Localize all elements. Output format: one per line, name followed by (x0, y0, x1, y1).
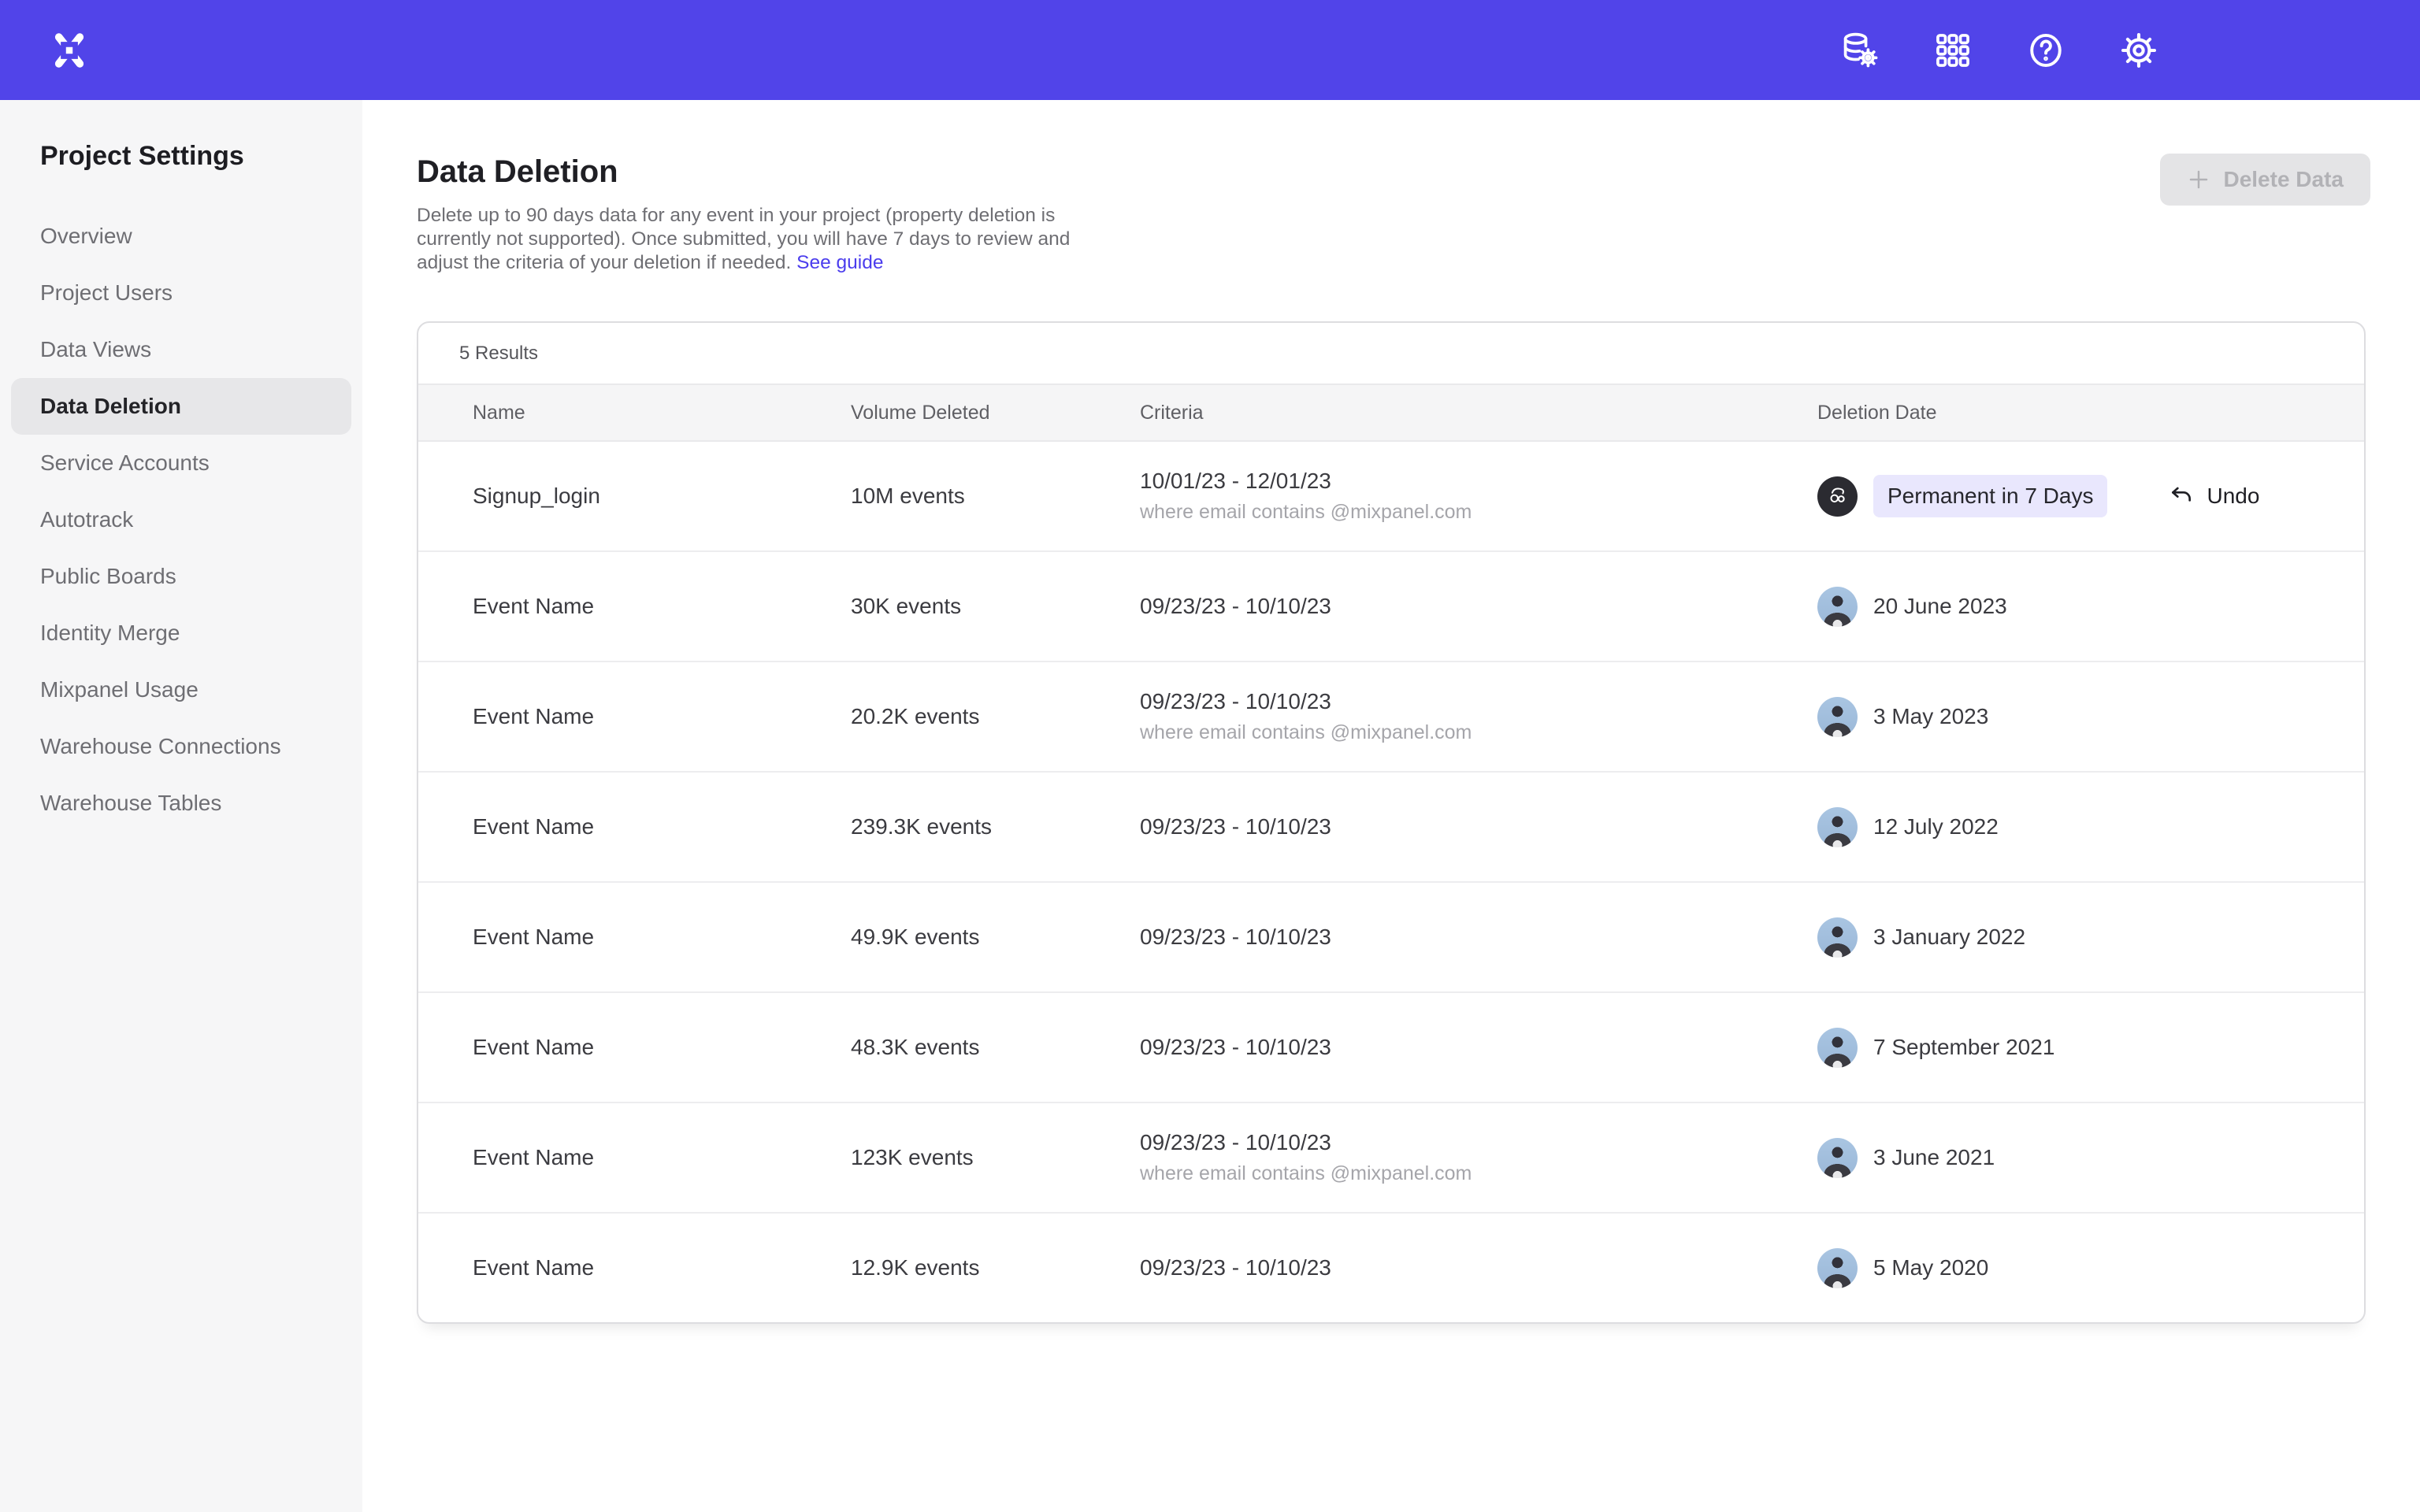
project-settings-sidebar: Project Settings Overview Project Users … (0, 100, 362, 1512)
col-header-criteria: Criteria (1140, 402, 1817, 424)
undo-icon (2169, 484, 2194, 509)
avatar (1817, 1248, 1858, 1288)
undo-button[interactable]: Undo (2169, 484, 2259, 509)
delete-data-button-label: Delete Data (2223, 167, 2344, 192)
row-criteria: 10/01/23 - 12/01/23 (1140, 469, 1817, 494)
row-volume: 20.2K events (851, 704, 1140, 729)
table-header-row: Name Volume Deleted Criteria Deletion Da… (418, 384, 2364, 442)
sidebar-item-autotrack[interactable]: Autotrack (11, 491, 351, 548)
results-count: 5 Results (418, 323, 2364, 384)
deletion-date: 3 January 2022 (1873, 925, 2025, 950)
avatar (1817, 697, 1858, 737)
row-name: Event Name (418, 814, 851, 839)
help-icon[interactable] (2022, 27, 2069, 74)
delete-data-button[interactable]: Delete Data (2160, 154, 2370, 206)
row-name: Event Name (418, 594, 851, 619)
col-header-volume: Volume Deleted (851, 402, 1140, 424)
screen: Project Settings Overview Project Users … (0, 0, 2420, 1512)
table-row: Event Name 239.3K events 09/23/23 - 10/1… (418, 773, 2364, 883)
row-criteria: 09/23/23 - 10/10/23 (1140, 814, 1817, 839)
row-volume: 12.9K events (851, 1255, 1140, 1280)
avatar (1817, 1028, 1858, 1068)
undo-label: Undo (2207, 484, 2259, 509)
status-badge: Permanent in 7 Days (1873, 475, 2107, 517)
sidebar-item-public-boards[interactable]: Public Boards (11, 548, 351, 605)
sidebar-item-mixpanel-usage[interactable]: Mixpanel Usage (11, 662, 351, 718)
row-criteria: 09/23/23 - 10/10/23 (1140, 1255, 1817, 1280)
row-criteria-filter: where email contains @mixpanel.com (1140, 501, 1817, 524)
avatar (1817, 917, 1858, 958)
row-criteria: 09/23/23 - 10/10/23 (1140, 1130, 1817, 1155)
row-criteria: 09/23/23 - 10/10/23 (1140, 594, 1817, 619)
mixpanel-logo-icon[interactable] (46, 28, 92, 73)
row-criteria-filter: where email contains @mixpanel.com (1140, 721, 1817, 744)
settings-gear-icon[interactable] (2115, 27, 2162, 74)
col-header-deletion-date: Deletion Date (1817, 402, 2364, 424)
deletion-date: 12 July 2022 (1873, 814, 1999, 839)
table-row: Event Name 48.3K events 09/23/23 - 10/10… (418, 993, 2364, 1103)
avatar-illustration-icon (1824, 483, 1851, 510)
top-navbar (0, 0, 2420, 100)
sidebar-item-project-users[interactable]: Project Users (11, 265, 351, 321)
see-guide-link[interactable]: See guide (796, 252, 883, 273)
sidebar-item-data-views[interactable]: Data Views (11, 321, 351, 378)
sidebar-title: Project Settings (0, 141, 362, 172)
row-name: Event Name (418, 1035, 851, 1060)
row-volume: 10M events (851, 484, 1140, 509)
deletion-date: 7 September 2021 (1873, 1035, 2054, 1060)
plus-icon (2187, 168, 2210, 191)
deletion-date: 3 May 2023 (1873, 704, 1988, 729)
row-volume: 30K events (851, 594, 1140, 619)
data-settings-icon[interactable] (1836, 27, 1884, 74)
table-row: Event Name 49.9K events 09/23/23 - 10/10… (418, 883, 2364, 993)
row-criteria-filter: where email contains @mixpanel.com (1140, 1162, 1817, 1185)
deletion-date: 3 June 2021 (1873, 1145, 1995, 1170)
main-content: Data Deletion Delete up to 90 days data … (362, 100, 2420, 1512)
row-name: Event Name (418, 704, 851, 729)
sidebar-item-identity-merge[interactable]: Identity Merge (11, 605, 351, 662)
table-row: Event Name 12.9K events 09/23/23 - 10/10… (418, 1214, 2364, 1322)
apps-grid-icon[interactable] (1929, 27, 1976, 74)
row-volume: 123K events (851, 1145, 1140, 1170)
topbar-icon-group (1836, 27, 2162, 74)
sidebar-item-data-deletion[interactable]: Data Deletion (11, 378, 351, 435)
page-description-text: Delete up to 90 days data for any event … (417, 205, 1070, 273)
page-description: Delete up to 90 days data for any event … (417, 204, 1104, 275)
row-criteria: 09/23/23 - 10/10/23 (1140, 689, 1817, 714)
col-header-name: Name (418, 402, 851, 424)
avatar (1817, 1138, 1858, 1178)
table-row: Event Name 30K events 09/23/23 - 10/10/2… (418, 552, 2364, 662)
row-name: Event Name (418, 1145, 851, 1170)
sidebar-item-warehouse-tables[interactable]: Warehouse Tables (11, 775, 351, 832)
table-row: Signup_login 10M events 10/01/23 - 12/01… (418, 442, 2364, 552)
sidebar-item-warehouse-connections[interactable]: Warehouse Connections (11, 718, 351, 775)
row-name: Event Name (418, 925, 851, 950)
avatar (1817, 476, 1858, 517)
row-criteria: 09/23/23 - 10/10/23 (1140, 1035, 1817, 1060)
table-row: Event Name 20.2K events 09/23/23 - 10/10… (418, 662, 2364, 773)
row-volume: 48.3K events (851, 1035, 1140, 1060)
row-name: Event Name (418, 1255, 851, 1280)
deletion-table-card: 5 Results Name Volume Deleted Criteria D… (417, 321, 2366, 1324)
sidebar-item-overview[interactable]: Overview (11, 208, 351, 265)
deletion-date: 20 June 2023 (1873, 594, 2007, 619)
avatar (1817, 587, 1858, 627)
row-name: Signup_login (418, 484, 851, 509)
page-title: Data Deletion (417, 154, 2420, 190)
row-criteria: 09/23/23 - 10/10/23 (1140, 925, 1817, 950)
table-row: Event Name 123K events 09/23/23 - 10/10/… (418, 1103, 2364, 1214)
avatar (1817, 807, 1858, 847)
row-volume: 239.3K events (851, 814, 1140, 839)
deletion-date: 5 May 2020 (1873, 1255, 1988, 1280)
row-volume: 49.9K events (851, 925, 1140, 950)
sidebar-item-service-accounts[interactable]: Service Accounts (11, 435, 351, 491)
